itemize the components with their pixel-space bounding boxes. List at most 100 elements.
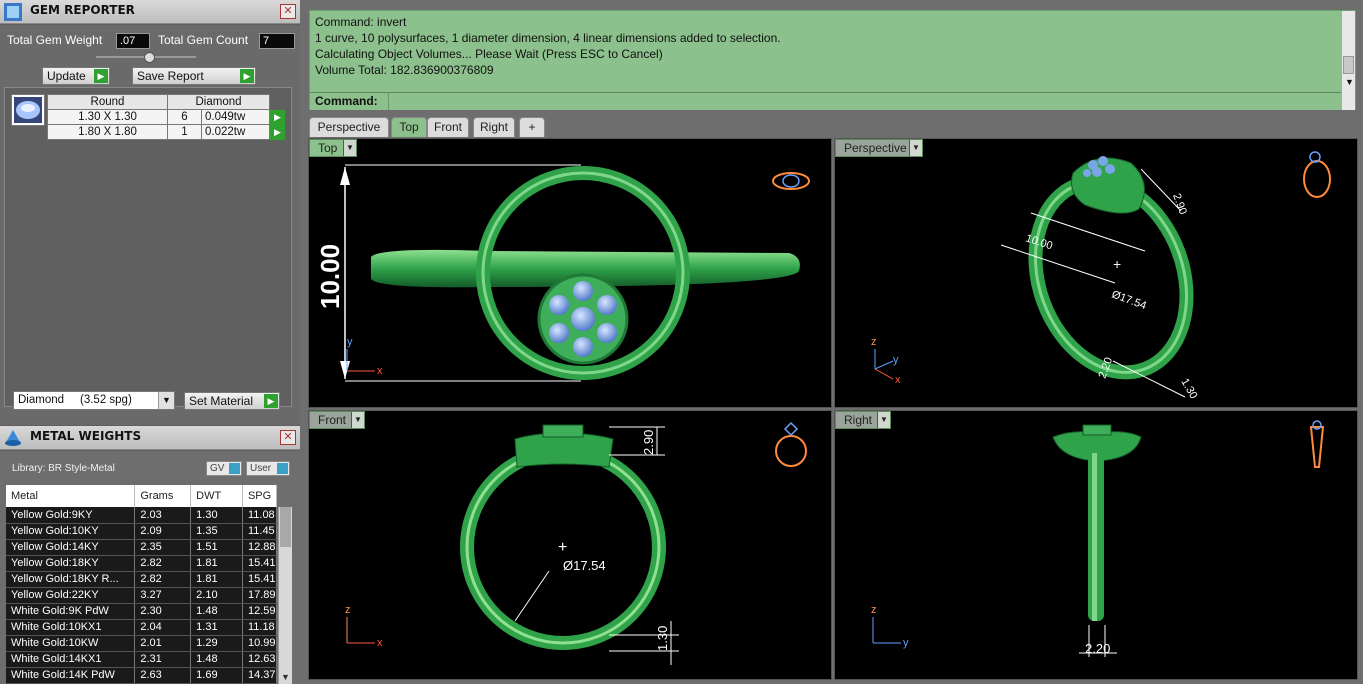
- close-gem-reporter-button[interactable]: ✕: [280, 4, 296, 19]
- viewport-perspective[interactable]: 10.00 2.90 + Ø17.54 2.20 1.30 z y x Pers…: [834, 138, 1358, 408]
- view-cube-icon[interactable]: [1303, 151, 1331, 198]
- viewport-top[interactable]: 10.00 y x Top ▼: [308, 138, 832, 408]
- table-row[interactable]: White Gold:14K PdW 2.63 1.69 14.37: [6, 667, 278, 684]
- metal-table-scrollbar[interactable]: ▼: [278, 507, 292, 684]
- spg-value: 15.41: [242, 555, 278, 572]
- grams-value: 3.27: [134, 587, 192, 604]
- dwt-value: 1.51: [190, 539, 243, 556]
- spg-value: 17.89: [242, 587, 278, 604]
- table-row[interactable]: Yellow Gold:22KY 3.27 2.10 17.89: [6, 587, 278, 604]
- gem-size: 1.30 X 1.30: [47, 109, 168, 125]
- col-dwt[interactable]: DWT: [190, 485, 243, 507]
- metal-weights-body: Library: BR Style-Metal GV User Metal Gr…: [0, 451, 300, 684]
- command-prompt: Command:: [310, 92, 1343, 110]
- table-row[interactable]: White Gold:10KX1 2.04 1.31 11.18: [6, 619, 278, 636]
- spg-value: 12.88: [242, 539, 278, 556]
- viewport-label-front[interactable]: Front ▼: [309, 411, 365, 429]
- gem-weight-text: 0.022tw: [205, 126, 246, 138]
- table-row[interactable]: White Gold:9K PdW 2.30 1.48 12.59: [6, 603, 278, 620]
- update-button[interactable]: Update ▶: [42, 67, 110, 85]
- table-row[interactable]: Yellow Gold:18KY 2.82 1.81 15.41: [6, 555, 278, 572]
- total-gem-weight-value: .07: [116, 33, 150, 49]
- command-prompt-label: Command:: [315, 94, 378, 108]
- axis-x-label: x: [377, 637, 383, 649]
- metal-name: White Gold:14K PdW: [6, 667, 136, 684]
- add-tab-button[interactable]: +: [519, 117, 545, 137]
- command-line: Command: invert: [315, 15, 407, 29]
- view-cube-icon[interactable]: [775, 421, 807, 467]
- chevron-down-icon[interactable]: ▼: [1345, 77, 1354, 87]
- gem-table-area: Round Diamond 1.30 X 1.30 6 0.049tw ▶ 1.8…: [4, 87, 292, 407]
- table-row[interactable]: White Gold:14KX1 2.31 1.48 12.63: [6, 651, 278, 668]
- gem-weight: 0.049tw ▶: [201, 109, 285, 125]
- viewport-front[interactable]: 2.90 + Ø17.54 1.30 z x Front ▼: [308, 410, 832, 680]
- left-panel: GEM REPORTER ✕ Total Gem Weight .07 Tota…: [0, 0, 300, 684]
- library-label: Library: BR Style-Metal: [12, 463, 115, 474]
- update-label: Update: [47, 69, 86, 83]
- chevron-down-icon: ▼: [877, 412, 890, 428]
- save-report-button[interactable]: Save Report ▶: [132, 67, 256, 85]
- table-row[interactable]: Yellow Gold:14KY 2.35 1.51 12.88: [6, 539, 278, 556]
- col-spg[interactable]: SPG: [242, 485, 278, 507]
- right-dim-1: 2.20: [1085, 641, 1110, 656]
- table-row[interactable]: Yellow Gold:10KY 2.09 1.35 11.45: [6, 523, 278, 540]
- play-icon[interactable]: ▶: [270, 110, 285, 125]
- metal-name: White Gold:14KX1: [6, 651, 136, 668]
- gem-weight-text: 0.049tw: [205, 111, 246, 123]
- axis-x-label: x: [895, 374, 901, 386]
- viewport-label-top[interactable]: Top ▼: [309, 139, 357, 157]
- table-row[interactable]: Yellow Gold:18KY R... 2.82 1.81 15.41: [6, 571, 278, 588]
- gem-reporter-header: GEM REPORTER ✕: [0, 0, 300, 24]
- spg-value: 14.37: [242, 667, 278, 684]
- view-cube-icon[interactable]: [772, 172, 810, 190]
- right-view-render: 2.20 z y: [871, 420, 1325, 657]
- tab-perspective[interactable]: Perspective: [309, 117, 389, 137]
- axis-z-label: z: [871, 604, 877, 616]
- gv-label: GV: [210, 463, 225, 474]
- tab-right[interactable]: Right: [473, 117, 515, 137]
- scrollbar-thumb[interactable]: [1343, 56, 1354, 74]
- front-dim-1: 2.90: [641, 430, 656, 455]
- command-line: Calculating Object Volumes... Please Wai…: [315, 47, 663, 61]
- metal-name: White Gold:10KX1: [6, 619, 136, 636]
- col-grams[interactable]: Grams: [134, 485, 192, 507]
- metal-name: Yellow Gold:9KY: [6, 507, 136, 524]
- axis-z-label: z: [871, 336, 877, 348]
- front-diameter: Ø17.54: [563, 558, 606, 573]
- table-row[interactable]: 1.80 X 1.80 1 0.022tw ▶: [47, 124, 285, 140]
- play-icon[interactable]: ▶: [270, 125, 285, 140]
- user-toggle[interactable]: User: [246, 461, 290, 476]
- chevron-down-icon[interactable]: ▼: [281, 672, 290, 682]
- slider-handle[interactable]: [144, 52, 155, 63]
- dwt-value: 1.48: [190, 651, 243, 668]
- tab-top[interactable]: Top: [391, 117, 427, 137]
- dwt-value: 2.10: [190, 587, 243, 604]
- table-row[interactable]: Yellow Gold:9KY 2.03 1.30 11.08: [6, 507, 278, 524]
- command-scrollbar[interactable]: ▼: [1341, 11, 1355, 110]
- col-round: Round: [47, 94, 168, 110]
- table-row[interactable]: White Gold:10KW 2.01 1.29 10.99: [6, 635, 278, 652]
- save-report-label: Save Report: [137, 69, 204, 83]
- col-metal[interactable]: Metal: [6, 485, 136, 507]
- gv-toggle[interactable]: GV: [206, 461, 242, 476]
- gem-size: 1.80 X 1.80: [47, 124, 168, 140]
- viewport-label-right[interactable]: Right ▼: [835, 411, 891, 429]
- tab-front[interactable]: Front: [427, 117, 469, 137]
- set-material-button[interactable]: Set Material ▶: [184, 392, 280, 410]
- metal-name: Yellow Gold:18KY R...: [6, 571, 136, 588]
- viewport-right[interactable]: 2.20 z y Right ▼: [834, 410, 1358, 680]
- axis-y-label: y: [903, 637, 909, 649]
- gem-reporter-body: Total Gem Weight .07 Total Gem Count 7 U…: [0, 25, 300, 425]
- chevron-down-icon: ▼: [158, 392, 174, 409]
- grams-value: 2.03: [134, 507, 192, 524]
- close-metal-weights-button[interactable]: ✕: [280, 430, 296, 445]
- table-row[interactable]: 1.30 X 1.30 6 0.049tw ▶: [47, 109, 285, 125]
- axis-x-label: x: [377, 365, 383, 377]
- material-select[interactable]: Diamond (3.52 spg) ▼: [13, 391, 175, 410]
- view-cube-icon[interactable]: [1309, 420, 1325, 468]
- metal-name: Yellow Gold:10KY: [6, 523, 136, 540]
- metal-name: Yellow Gold:18KY: [6, 555, 136, 572]
- viewport-label-perspective[interactable]: Perspective ▼: [835, 139, 923, 157]
- command-input[interactable]: [388, 93, 1338, 110]
- scrollbar-thumb[interactable]: [280, 507, 291, 547]
